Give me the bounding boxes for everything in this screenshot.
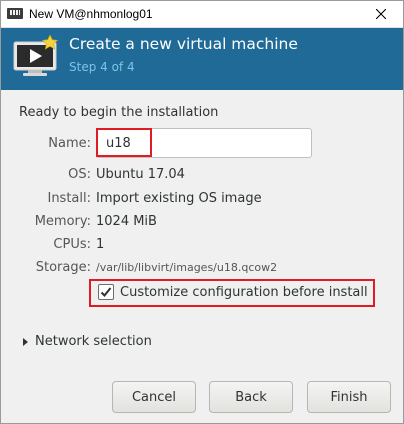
network-selection-expander[interactable]: Network selection bbox=[23, 334, 152, 349]
expander-arrow-icon bbox=[23, 337, 28, 346]
install-label: Install: bbox=[47, 191, 91, 206]
back-button[interactable]: Back bbox=[209, 381, 293, 413]
memory-label: Memory: bbox=[34, 214, 91, 229]
wizard-title: Create a new virtual machine bbox=[69, 35, 298, 53]
cpus-label: CPUs: bbox=[53, 237, 91, 252]
new-vm-dialog: New VM@nhmonlog01 Create a new virtual m… bbox=[0, 0, 404, 424]
close-button[interactable] bbox=[359, 1, 403, 27]
cancel-button[interactable]: Cancel bbox=[112, 381, 196, 413]
checkmark-icon bbox=[100, 287, 112, 297]
window-title: New VM@nhmonlog01 bbox=[29, 7, 153, 21]
virtual-machine-monitor-icon bbox=[13, 34, 59, 76]
customize-label[interactable]: Customize configuration before install bbox=[120, 285, 368, 300]
name-label: Name: bbox=[48, 136, 91, 151]
network-selection-label: Network selection bbox=[35, 334, 152, 349]
customize-checkbox[interactable] bbox=[98, 284, 114, 300]
name-input[interactable] bbox=[96, 128, 312, 158]
storage-label: Storage: bbox=[35, 260, 91, 275]
storage-value: /var/lib/libvirt/images/u18.qcow2 bbox=[96, 261, 278, 274]
memory-value: 1024 MiB bbox=[96, 214, 157, 229]
finish-button[interactable]: Finish bbox=[307, 381, 391, 413]
wizard-banner: Create a new virtual machine Step 4 of 4 bbox=[1, 28, 403, 90]
install-value: Import existing OS image bbox=[96, 191, 262, 206]
cpus-value: 1 bbox=[96, 237, 105, 252]
os-value: Ubuntu 17.04 bbox=[96, 167, 185, 182]
os-label: OS: bbox=[68, 167, 91, 182]
title-bar: New VM@nhmonlog01 bbox=[1, 1, 403, 28]
vm-manager-icon bbox=[7, 8, 23, 19]
close-icon bbox=[376, 9, 386, 19]
ready-heading: Ready to begin the installation bbox=[19, 105, 219, 120]
wizard-step: Step 4 of 4 bbox=[69, 60, 135, 74]
